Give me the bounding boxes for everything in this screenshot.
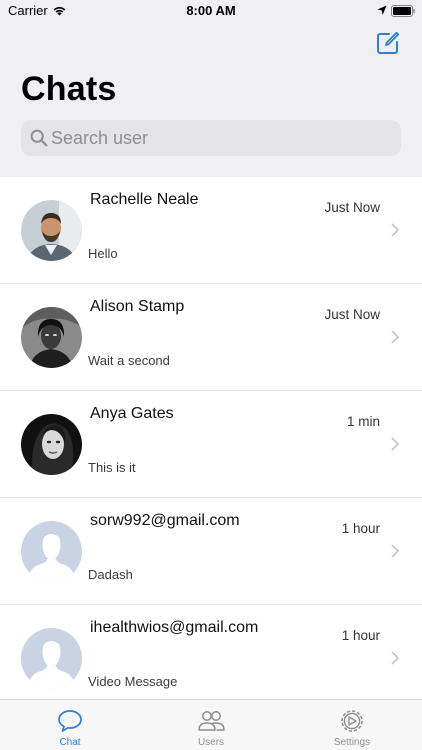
- chevron-right-icon: [391, 651, 399, 665]
- tab-label: Users: [197, 737, 225, 748]
- chevron-right-icon: [391, 544, 399, 558]
- avatar: [21, 307, 82, 368]
- chat-row[interactable]: Alison Stamp Just Now Wait a second: [0, 284, 422, 391]
- tab-label: Settings: [333, 737, 371, 748]
- chat-preview: This is it: [88, 460, 136, 475]
- tab-label: Chat: [59, 737, 81, 748]
- page-title: Chats: [21, 70, 117, 108]
- users-icon: [198, 711, 225, 731]
- chat-preview: Wait a second: [88, 353, 170, 368]
- chat-preview: Hello: [88, 246, 118, 261]
- chevron-right-icon: [391, 437, 399, 451]
- search-icon: [30, 129, 48, 147]
- chat-name: Alison Stamp: [90, 298, 185, 315]
- chevron-right-icon: [391, 330, 399, 344]
- avatar-placeholder: [21, 628, 82, 689]
- chat-time: Just Now: [324, 307, 380, 322]
- chat-name: Rachelle Neale: [90, 191, 199, 208]
- tab-chat[interactable]: Chat: [0, 700, 140, 750]
- search-input[interactable]: [51, 120, 391, 156]
- chat-name: Anya Gates: [90, 405, 174, 422]
- battery-icon: [391, 5, 415, 17]
- chat-name: ihealthwios@gmail.com: [90, 619, 259, 636]
- chat-list: Rachelle Neale Just Now Hello Alison Sta…: [0, 177, 422, 712]
- chat-name: sorw992@gmail.com: [90, 512, 240, 529]
- chat-row[interactable]: Rachelle Neale Just Now Hello: [0, 177, 422, 284]
- chevron-right-icon: [391, 223, 399, 237]
- status-time: 8:00 AM: [186, 3, 236, 18]
- tab-settings[interactable]: Settings: [282, 700, 422, 750]
- chat-time: 1 hour: [341, 521, 380, 536]
- avatar: [21, 200, 82, 261]
- chat-preview: Video Message: [88, 674, 178, 689]
- location-arrow-icon: [377, 5, 387, 15]
- chat-preview: Dadash: [88, 567, 133, 582]
- avatar-placeholder: [21, 521, 82, 582]
- header: Chats: [0, 22, 422, 177]
- tab-users[interactable]: Users: [141, 700, 281, 750]
- chat-row[interactable]: ihealthwios@gmail.com 1 hour Video Messa…: [0, 605, 422, 712]
- chat-time: 1 min: [346, 414, 380, 429]
- chat-time: 1 hour: [341, 628, 380, 643]
- tab-bar: Chat Users Settings: [0, 699, 422, 750]
- chat-time: Just Now: [324, 200, 380, 215]
- chat-row[interactable]: sorw992@gmail.com 1 hour Dadash: [0, 498, 422, 605]
- search-bar[interactable]: [21, 120, 401, 156]
- avatar: [21, 414, 82, 475]
- settings-gear-icon: [341, 710, 363, 732]
- status-bar: Carrier 8:00 AM: [0, 0, 422, 22]
- chat-row[interactable]: Anya Gates 1 min This is it: [0, 391, 422, 498]
- chat-bubble-icon: [58, 710, 82, 732]
- compose-button[interactable]: [376, 31, 400, 55]
